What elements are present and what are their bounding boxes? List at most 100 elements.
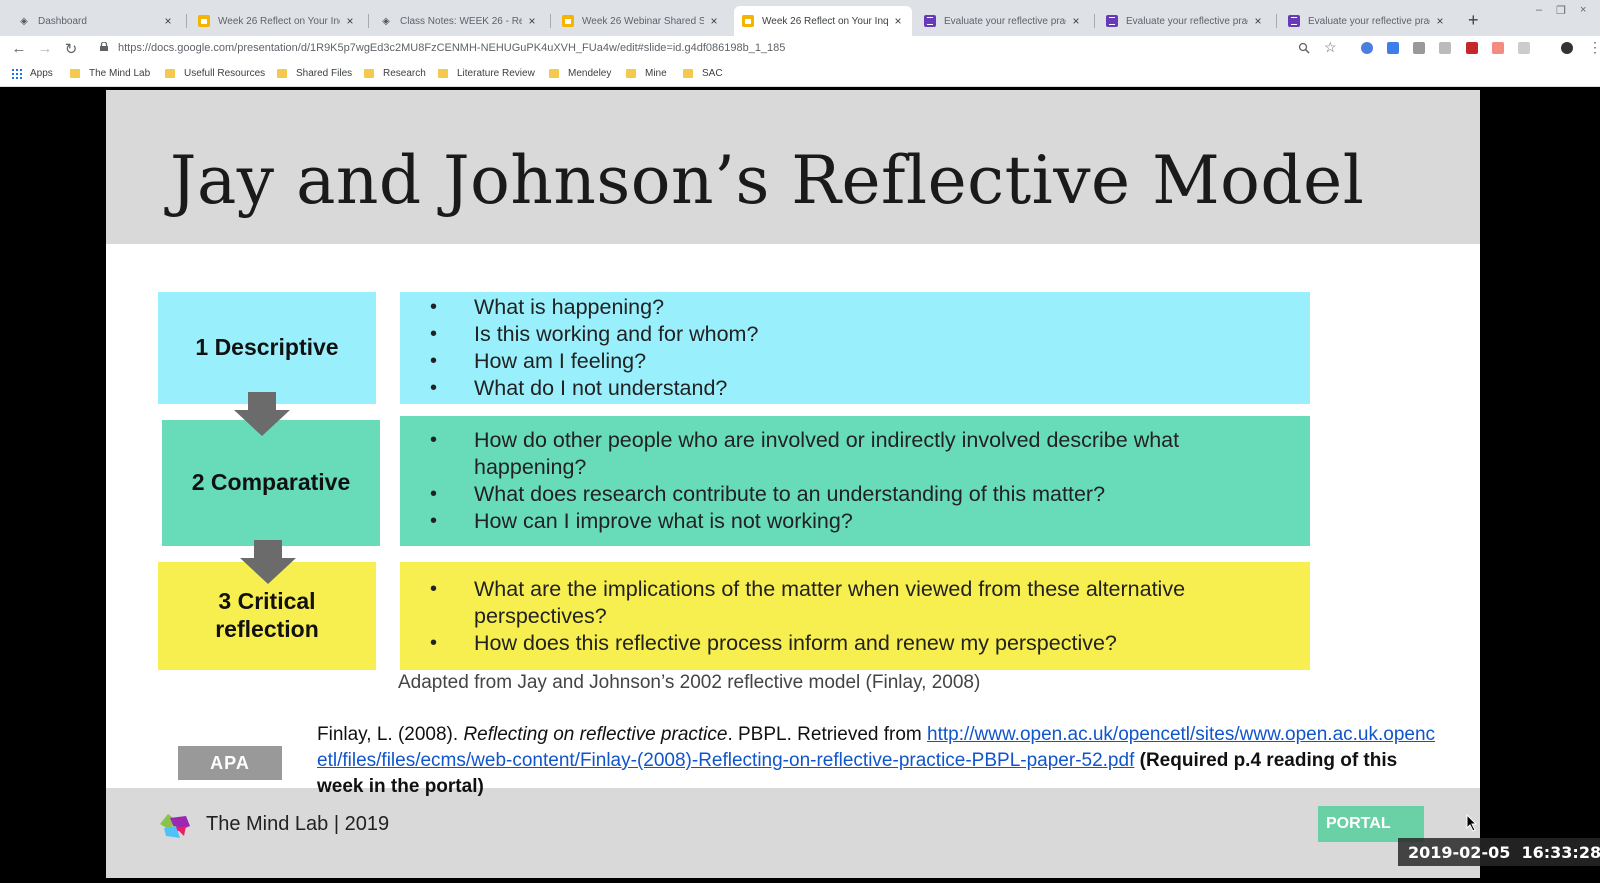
folder-icon (438, 69, 448, 78)
close-icon[interactable]: × (344, 14, 356, 28)
question-item: What is happening? (430, 294, 1290, 321)
bookmark-label: Mine (645, 68, 667, 79)
forward-icon[interactable]: → (36, 40, 54, 57)
folder-icon (549, 69, 559, 78)
bookmark-label: The Mind Lab (89, 68, 151, 79)
tab-week26-reflect-1[interactable]: Week 26 Reflect on Your Inq × (190, 6, 364, 36)
extension-icon[interactable] (1439, 42, 1451, 54)
tab-evaluate-1[interactable]: Evaluate your reflective prac × (916, 6, 1090, 36)
slides-icon (198, 15, 210, 27)
question-item: How do other people who are involved or … (430, 427, 1290, 481)
close-icon[interactable]: × (708, 14, 720, 28)
bookmark-mine[interactable]: Mine (626, 68, 667, 79)
tab-title: Dashboard (38, 15, 87, 27)
close-icon[interactable]: × (1252, 14, 1264, 28)
question-item: How can I improve what is not working? (430, 508, 1290, 535)
bookmark-label: Apps (30, 68, 53, 79)
restore-icon[interactable]: ❐ (1556, 4, 1566, 17)
profile-avatar[interactable] (1561, 42, 1573, 54)
question-item: How does this reflective process inform … (430, 630, 1290, 657)
slide-canvas: Jay and Johnson’s Reflective Model 1 Des… (106, 90, 1480, 878)
mouse-cursor-icon (1466, 814, 1478, 832)
stage-descriptive: 1 Descriptive (158, 292, 376, 404)
tab-evaluate-2[interactable]: Evaluate your reflective prac × (1098, 6, 1272, 36)
extension-icon[interactable] (1361, 42, 1373, 54)
mind-lab-logo-icon (160, 814, 190, 838)
tab-separator (1276, 14, 1277, 28)
slides-icon (742, 15, 754, 27)
stage-descriptive-questions: What is happening? Is this working and f… (400, 292, 1310, 404)
bookmark-label: Research (383, 68, 426, 79)
tab-title: Week 26 Reflect on Your Inq (762, 15, 888, 27)
bookmark-label: SAC (702, 68, 723, 79)
tab-separator (368, 14, 369, 28)
new-tab-button[interactable]: + (1468, 10, 1479, 31)
moodle-icon: ◈ (382, 15, 390, 27)
folder-icon (364, 69, 374, 78)
forms-icon (1106, 15, 1118, 27)
window-close-icon[interactable]: × (1580, 4, 1586, 16)
bookmark-star-icon[interactable]: ☆ (1324, 39, 1337, 56)
bookmark-shared-files[interactable]: Shared Files (277, 68, 352, 79)
question-item: Is this working and for whom? (430, 321, 1290, 348)
tab-evaluate-3[interactable]: Evaluate your reflective prac × (1280, 6, 1454, 36)
forms-icon (1288, 15, 1300, 27)
tab-strip: ◈ Dashboard × Week 26 Reflect on Your In… (0, 0, 1600, 36)
reference-prefix: Finlay, L. (2008). (317, 724, 464, 745)
close-icon[interactable]: × (162, 14, 174, 28)
bookmark-the-mind-lab[interactable]: The Mind Lab (70, 68, 150, 79)
stage-comparative: 2 Comparative (162, 420, 380, 546)
tab-title: Evaluate your reflective prac (944, 15, 1066, 27)
close-icon[interactable]: × (892, 14, 904, 28)
bookmark-label: Usefull Resources (184, 68, 266, 79)
folder-icon (165, 69, 175, 78)
adapted-note: Adapted from Jay and Johnson’s 2002 refl… (398, 672, 981, 693)
extension-icon[interactable] (1413, 42, 1425, 54)
question-item: What does research contribute to an unde… (430, 481, 1290, 508)
extension-icon[interactable] (1492, 42, 1504, 54)
tab-webinar-shared[interactable]: Week 26 Webinar Shared Sl × (554, 6, 728, 36)
extension-icon[interactable] (1466, 42, 1478, 54)
bookmark-apps[interactable]: Apps (12, 68, 53, 79)
bookmark-literature-review[interactable]: Literature Review (438, 68, 535, 79)
tab-class-notes[interactable]: ◈ Class Notes: WEEK 26 - Refle × (372, 6, 546, 36)
forms-icon (924, 15, 936, 27)
bookmark-mendeley[interactable]: Mendeley (549, 68, 611, 79)
question-item: What are the implications of the matter … (430, 576, 1290, 630)
address-bar[interactable]: https://docs.google.com/presentation/d/1… (118, 42, 785, 54)
extension-icon[interactable] (1518, 42, 1530, 54)
folder-icon (70, 69, 80, 78)
bookmark-sac[interactable]: SAC (683, 68, 723, 79)
tab-dashboard[interactable]: ◈ Dashboard × (10, 6, 182, 36)
apps-grid-icon (12, 68, 22, 79)
bookmark-research[interactable]: Research (364, 68, 426, 79)
bookmark-usefull-resources[interactable]: Usefull Resources (165, 68, 265, 79)
close-icon[interactable]: × (526, 14, 538, 28)
bookmarks-bar: Apps The Mind Lab Usefull Resources Shar… (0, 62, 1600, 87)
close-icon[interactable]: × (1434, 14, 1446, 28)
tab-title: Week 26 Webinar Shared Sl (582, 15, 704, 27)
tab-separator (550, 14, 551, 28)
back-icon[interactable]: ← (10, 40, 28, 57)
extension-icon[interactable] (1387, 42, 1399, 54)
tab-week26-reflect-active[interactable]: Week 26 Reflect on Your Inq × (734, 6, 912, 36)
tab-separator (186, 14, 187, 28)
question-list: How do other people who are involved or … (430, 427, 1290, 535)
portal-label: PORTAL (1326, 815, 1391, 832)
tab-title: Week 26 Reflect on Your Inq (218, 15, 340, 27)
slide-title: Jay and Johnson’s Reflective Model (170, 142, 1365, 219)
question-list: What is happening? Is this working and f… (430, 294, 1290, 402)
portal-button[interactable]: PORTAL (1318, 806, 1424, 842)
menu-icon[interactable]: ⋮ (1588, 39, 1600, 56)
slides-icon (562, 15, 574, 27)
close-icon[interactable]: × (1070, 14, 1082, 28)
minimize-icon[interactable]: – (1536, 4, 1542, 16)
down-arrow-icon (234, 392, 290, 436)
browser-toolbar: ← → ↻ https://docs.google.com/presentati… (0, 36, 1600, 62)
folder-icon (683, 69, 693, 78)
folder-icon (277, 69, 287, 78)
reload-icon[interactable]: ↻ (62, 40, 80, 58)
question-item: What do I not understand? (430, 375, 1290, 402)
zoom-icon[interactable] (1298, 42, 1310, 54)
stage-comparative-questions: How do other people who are involved or … (400, 416, 1310, 546)
